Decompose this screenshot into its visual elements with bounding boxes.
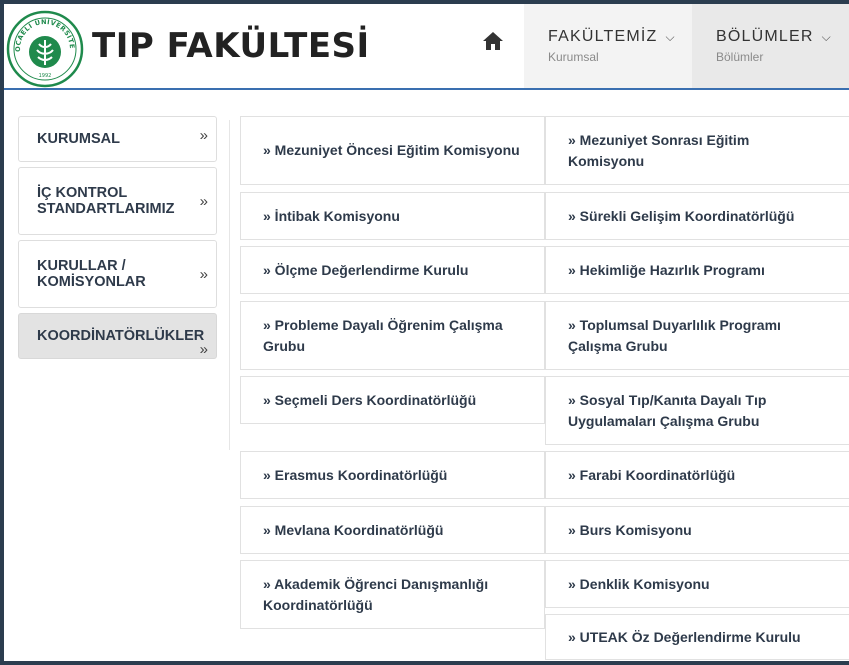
- link-olcme-degerlendirme[interactable]: » Ölçme Değerlendirme Kurulu: [240, 246, 545, 294]
- link-surekli-gelisim[interactable]: » Sürekli Gelişim Koordinatörlüğü: [545, 192, 849, 240]
- site-header: KOCAELİ ÜNİVERSİTESİ 1992 TIP FAKÜLTESİ …: [4, 4, 849, 90]
- sidebar-item-label: KOORDİNATÖRLÜKLER: [37, 328, 205, 344]
- logo-year: 1992: [39, 73, 52, 79]
- divider: [229, 120, 230, 450]
- link-erasmus[interactable]: » Erasmus Koordinatörlüğü: [240, 451, 545, 499]
- nav-fakultemiz-label: FAKÜLTEMİZ: [548, 28, 658, 45]
- double-chevron-right-icon: »: [199, 341, 208, 358]
- link-toplumsal-duyarlilik[interactable]: » Toplumsal Duyarlılık Programı Çalışma …: [545, 301, 849, 370]
- link-farabi[interactable]: » Farabi Koordinatörlüğü: [545, 451, 849, 499]
- double-chevron-right-icon: »: [199, 265, 208, 283]
- link-sosyal-tip[interactable]: » Sosyal Tıp/Kanıta Dayalı Tıp Uygulamal…: [545, 376, 849, 445]
- link-hekimlige-hazirlik[interactable]: » Hekimliğe Hazırlık Programı: [545, 246, 849, 294]
- sidebar-item-label: KURULLAR / KOMİSYONLAR: [37, 258, 146, 290]
- chevron-down-icon: ⌵: [665, 30, 676, 44]
- link-probleme-dayali[interactable]: » Probleme Dayalı Öğrenim Çalışma Grubu: [240, 301, 545, 370]
- nav-bolumler[interactable]: BÖLÜMLER ⌵ Bölümler: [692, 4, 849, 88]
- link-burs[interactable]: » Burs Komisyonu: [545, 506, 849, 554]
- nav-fakultemiz[interactable]: FAKÜLTEMİZ ⌵ Kurumsal: [524, 4, 692, 88]
- sidebar-item-label: KURUMSAL: [37, 131, 120, 147]
- link-secmeli-ders[interactable]: » Seçmeli Ders Koordinatörlüğü: [240, 376, 545, 424]
- sidebar-item-label: İÇ KONTROL STANDARTLARIMIZ: [37, 185, 175, 217]
- link-intibak[interactable]: » İntibak Komisyonu: [240, 192, 545, 240]
- link-mezuniyet-sonrasi[interactable]: » Mezuniyet Sonrası Eğitim Komisyonu: [545, 116, 849, 185]
- link-uteak[interactable]: » UTEAK Öz Değerlendirme Kurulu: [545, 614, 849, 660]
- nav-bolumler-label: BÖLÜMLER: [716, 28, 814, 45]
- university-logo[interactable]: KOCAELİ ÜNİVERSİTESİ 1992: [6, 10, 84, 88]
- link-mezuniyet-oncesi[interactable]: » Mezuniyet Öncesi Eğitim Komisyonu: [240, 116, 545, 185]
- sidebar-item-ic-kontrol[interactable]: İÇ KONTROL STANDARTLARIMIZ »: [18, 167, 217, 235]
- double-chevron-right-icon: »: [199, 192, 208, 210]
- sidebar-item-koordinatorlukler[interactable]: KOORDİNATÖRLÜKLER »: [18, 313, 217, 359]
- nav-bolumler-sub: Bölümler: [716, 50, 764, 64]
- double-chevron-right-icon: »: [199, 127, 208, 144]
- nav-fakultemiz-sub: Kurumsal: [548, 50, 599, 64]
- link-denklik[interactable]: » Denklik Komisyonu: [545, 560, 849, 608]
- sidebar: KURUMSAL » İÇ KONTROL STANDARTLARIMIZ » …: [18, 116, 217, 364]
- sidebar-item-kurumsal[interactable]: KURUMSAL »: [18, 116, 217, 162]
- page-frame: KOCAELİ ÜNİVERSİTESİ 1992 TIP FAKÜLTESİ …: [4, 4, 849, 661]
- link-akademik-danismanlik[interactable]: » Akademik Öğrenci Danışmanlığı Koordina…: [240, 560, 545, 629]
- chevron-down-icon: ⌵: [821, 30, 832, 44]
- home-icon[interactable]: [482, 30, 504, 52]
- link-mevlana[interactable]: » Mevlana Koordinatörlüğü: [240, 506, 545, 554]
- sidebar-item-kurullar[interactable]: KURULLAR / KOMİSYONLAR »: [18, 240, 217, 308]
- brand-title[interactable]: TIP FAKÜLTESİ: [92, 26, 370, 66]
